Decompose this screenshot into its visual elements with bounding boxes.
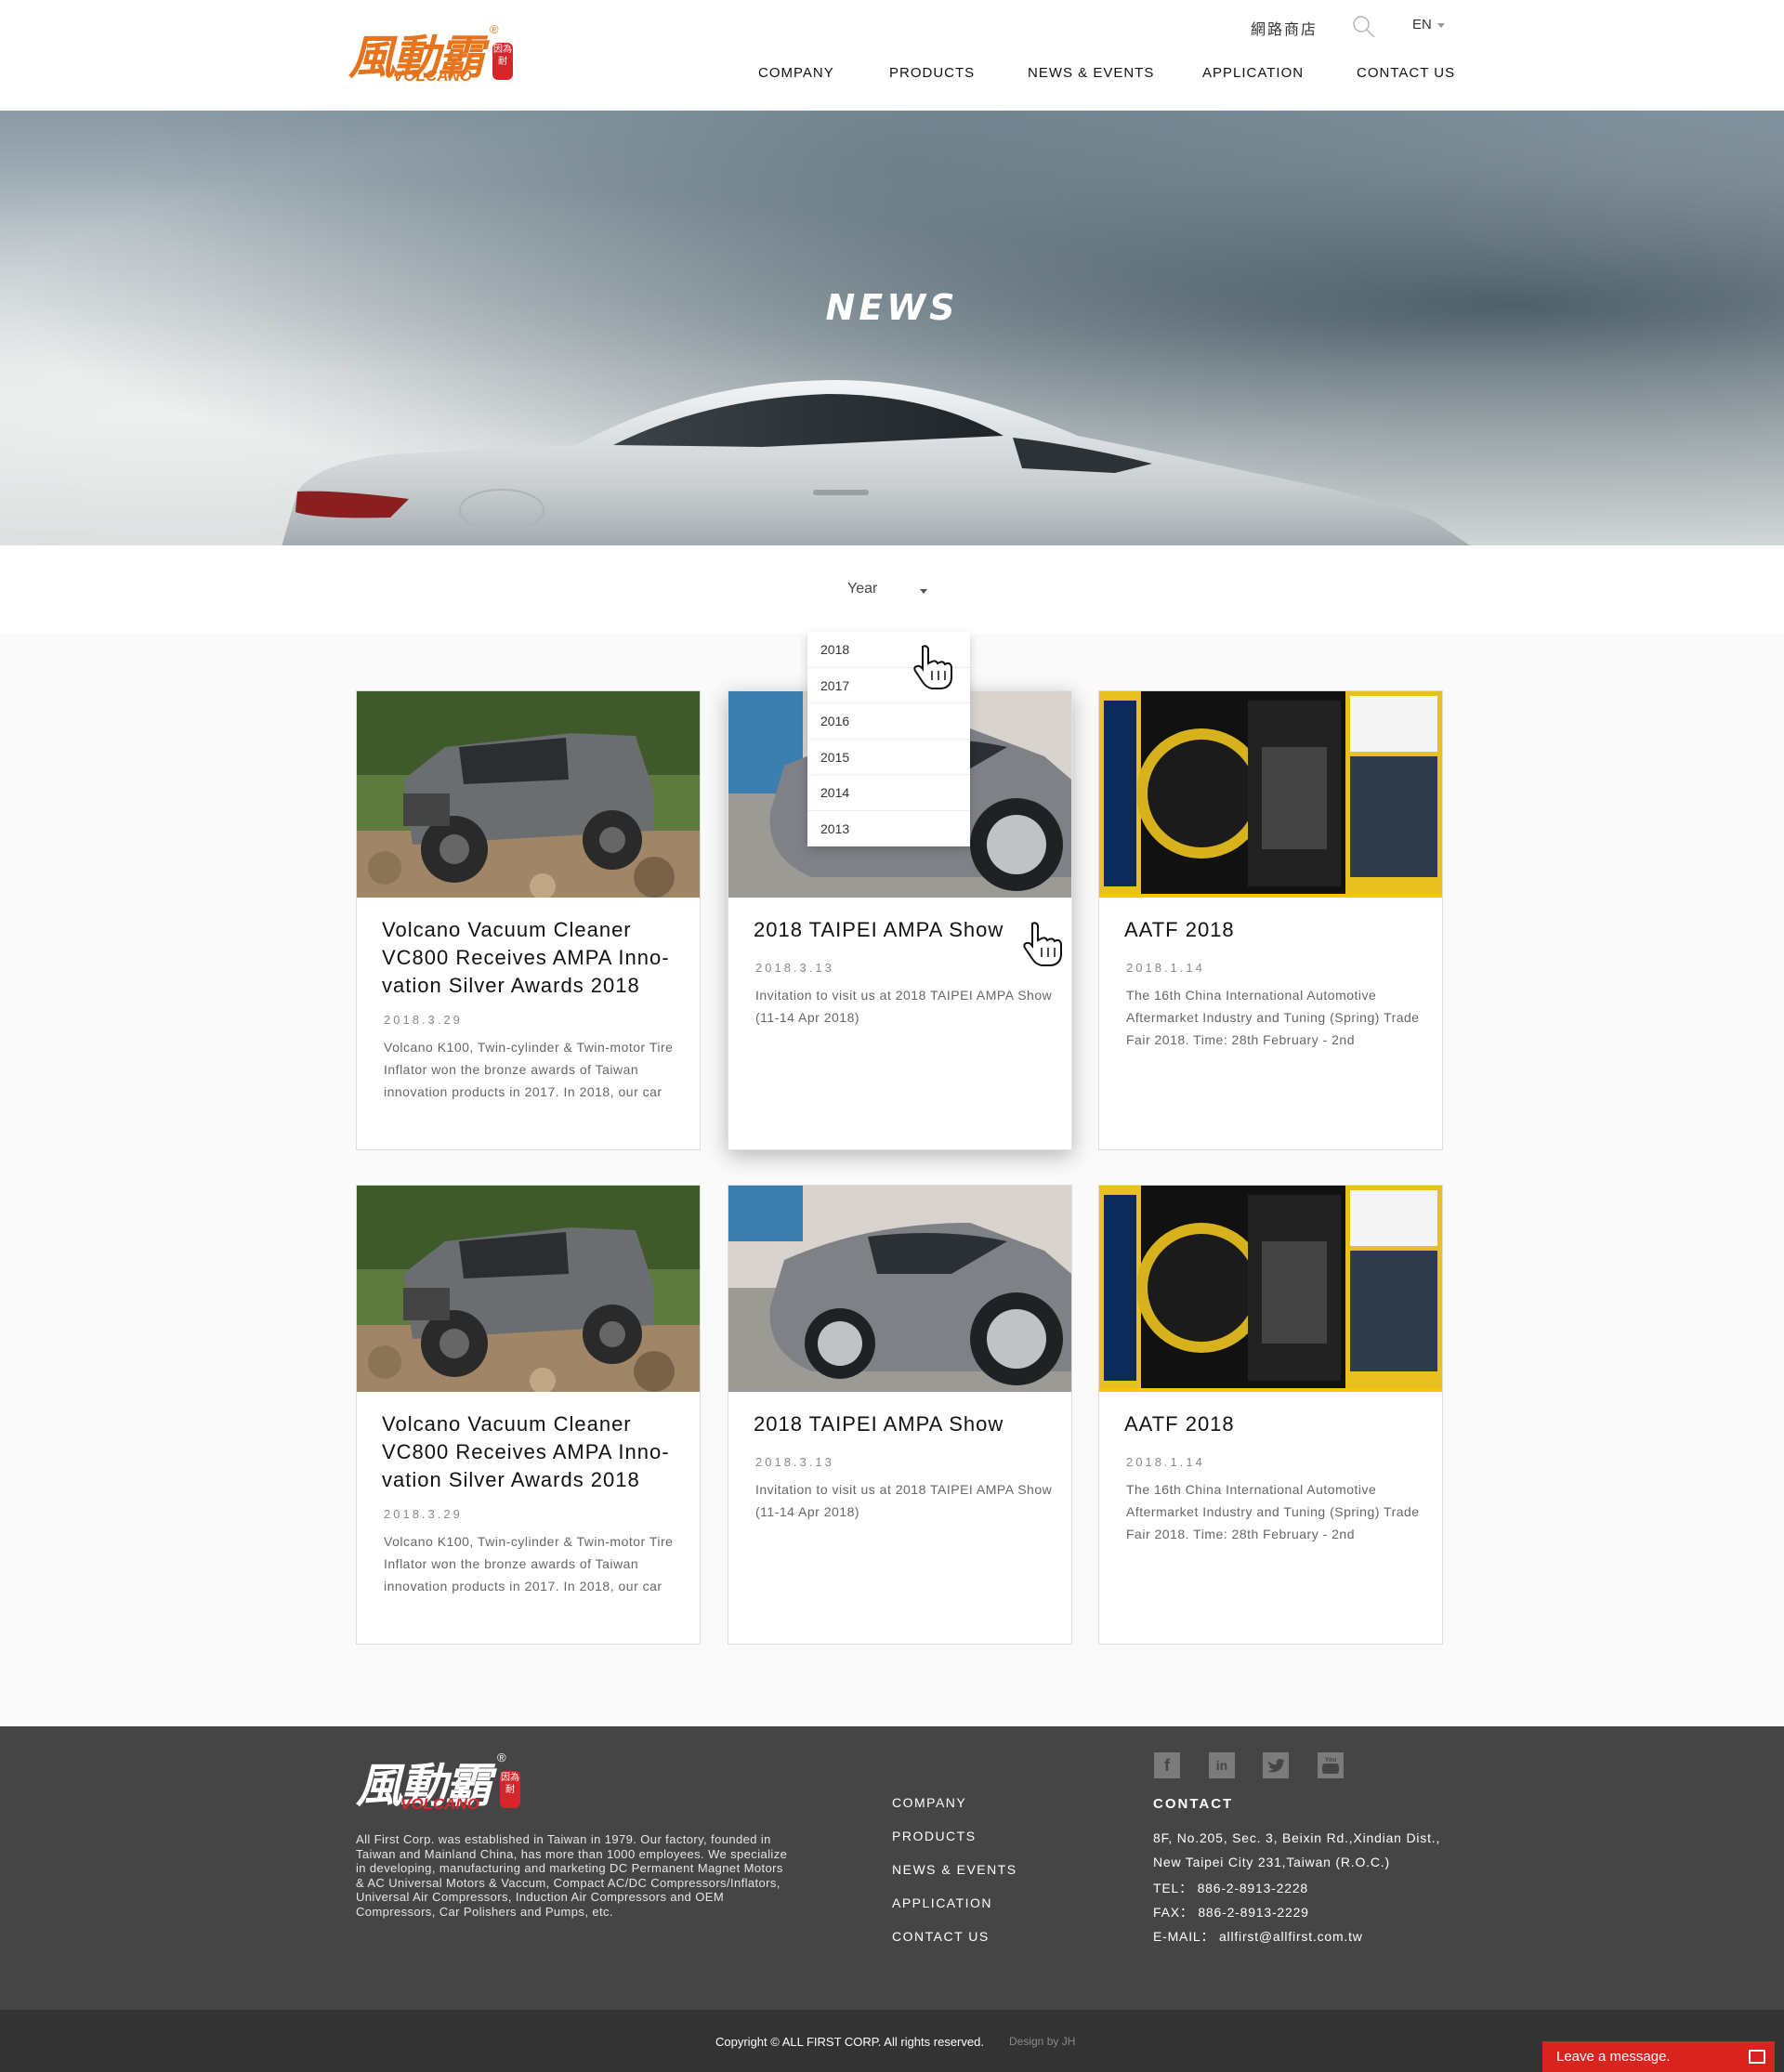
linkedin-icon[interactable]: in xyxy=(1209,1752,1235,1778)
booth-display-photo xyxy=(1099,691,1442,898)
nav-company[interactable]: COMPANY xyxy=(758,65,834,81)
logo-registered-mark: ® xyxy=(497,1751,506,1764)
online-shop-link[interactable]: 網路商店 xyxy=(1251,17,1318,39)
facebook-icon[interactable]: f xyxy=(1154,1752,1180,1778)
design-credit: Design by JH xyxy=(1009,2035,1076,2048)
hero-banner: NEWS xyxy=(0,111,1784,545)
news-card-excerpt: Volcano K100, Twin-cylinder & Twin-motor… xyxy=(384,1534,674,1593)
jeep-photo xyxy=(357,691,700,898)
footer-nav-company[interactable]: COMPANY xyxy=(892,1795,966,1810)
news-card-date: 2018.3.13 xyxy=(755,961,834,975)
contact-tel: TEL： 886-2-8913-2228 xyxy=(1153,1881,1308,1895)
nav-application[interactable]: APPLICATION xyxy=(1202,65,1304,81)
news-card-date: 2018.3.13 xyxy=(755,1455,834,1469)
year-option-2013[interactable]: 2013 xyxy=(807,811,970,847)
news-card-image[interactable] xyxy=(1099,691,1442,898)
contact-email[interactable]: E-MAIL： allfirst@allfirst.com.tw xyxy=(1153,1927,1363,1946)
nav-news-events[interactable]: NEWS & EVENTS xyxy=(1028,65,1154,81)
youtube-icon[interactable]: You xyxy=(1318,1752,1344,1778)
pointer-hand-icon xyxy=(1023,922,1062,966)
car-illustration xyxy=(282,380,1470,545)
news-card-date: 2018.1.14 xyxy=(1126,961,1205,975)
copyright-text: Copyright © ALL FIRST CORP. All rights r… xyxy=(715,2035,984,2049)
company-description: All First Corp. was established in Taiwa… xyxy=(356,1832,788,1919)
news-card-title[interactable]: AATF 2018 xyxy=(1124,916,1431,944)
news-card-excerpt: Volcano K100, Twin-cylinder & Twin-motor… xyxy=(384,1040,674,1099)
contact-address-line-1: 8F, No.205, Sec. 3, Beixin Rd.,Xindian D… xyxy=(1153,1830,1441,1845)
silver-car-photo xyxy=(728,1186,1071,1392)
year-option-2016[interactable]: 2016 xyxy=(807,703,970,740)
leave-message-label: Leave a message. xyxy=(1556,2049,1671,2065)
news-card-date: 2018.1.14 xyxy=(1126,1455,1205,1469)
news-card[interactable]: AATF 2018 2018.1.14 The 16th China Inter… xyxy=(1098,690,1443,1150)
news-card-excerpt: The 16th China International Automotive … xyxy=(1126,1482,1420,1541)
booth-display-photo xyxy=(1099,1186,1442,1392)
jeep-photo xyxy=(357,1186,700,1392)
news-card-title[interactable]: AATF 2018 xyxy=(1124,1410,1431,1438)
contact-address-line-2: New Taipei City 231,Taiwan (R.O.C.) xyxy=(1153,1855,1390,1869)
news-card-title[interactable]: Volcano Vacuum Cleaner VC800 Receives AM… xyxy=(382,1410,689,1494)
news-card-title[interactable]: 2018 TAIPEI AMPA Show xyxy=(754,916,1060,944)
year-option-2015[interactable]: 2015 xyxy=(807,740,970,775)
news-card-excerpt: Invitation to visit us at 2018 TAIPEI AM… xyxy=(755,988,1053,1025)
logo-english-text: VOLCANO xyxy=(400,1795,479,1813)
news-card[interactable]: 2018 TAIPEI AMPA Show 2018.3.13 Invitati… xyxy=(728,1185,1072,1645)
caret-down-icon xyxy=(920,589,927,594)
news-card[interactable]: Volcano Vacuum Cleaner VC800 Receives AM… xyxy=(356,1185,701,1645)
footer-nav-application[interactable]: APPLICATION xyxy=(892,1895,992,1910)
contact-heading: CONTACT xyxy=(1153,1796,1234,1812)
footer-logo[interactable]: 風動霸 ® VOLCANO 因為耐 xyxy=(356,1749,528,1814)
leave-message-button[interactable]: Leave a message. xyxy=(1542,2041,1775,2072)
news-card-date: 2018.3.29 xyxy=(384,1507,463,1521)
logo-english-text: VOLCANO xyxy=(393,67,472,85)
contact-fax: FAX： 886-2-8913-2229 xyxy=(1153,1905,1309,1920)
logo-registered-mark: ® xyxy=(490,22,499,36)
chevron-down-icon xyxy=(1436,22,1445,28)
year-dropdown[interactable]: Year xyxy=(847,581,931,601)
year-option-2014[interactable]: 2014 xyxy=(807,775,970,811)
language-label: EN xyxy=(1412,17,1432,33)
volcano-logo[interactable]: 風動霸 ® VOLCANO 因為耐 xyxy=(348,20,520,87)
news-card-title[interactable]: Volcano Vacuum Cleaner VC800 Receives AM… xyxy=(382,916,689,1000)
footer-nav-news-events[interactable]: NEWS & EVENTS xyxy=(892,1862,1017,1877)
pointer-hand-icon xyxy=(913,645,952,689)
news-card-image[interactable] xyxy=(357,1186,700,1392)
news-card[interactable]: AATF 2018 2018.1.14 The 16th China Inter… xyxy=(1098,1185,1443,1645)
news-card-excerpt: Invitation to visit us at 2018 TAIPEI AM… xyxy=(755,1482,1053,1519)
news-card-excerpt: The 16th China International Automotive … xyxy=(1126,988,1420,1047)
nav-products[interactable]: PRODUCTS xyxy=(889,65,975,81)
news-card[interactable]: Volcano Vacuum Cleaner VC800 Receives AM… xyxy=(356,690,701,1150)
chat-window-icon xyxy=(1749,2050,1765,2064)
year-dropdown-label: Year xyxy=(847,581,878,597)
search-icon[interactable] xyxy=(1352,15,1376,39)
language-selector[interactable]: EN xyxy=(1412,17,1445,33)
news-card-image[interactable] xyxy=(1099,1186,1442,1392)
news-card-date: 2018.3.29 xyxy=(384,1013,463,1027)
svg-text:You: You xyxy=(1325,1757,1337,1764)
news-card-image[interactable] xyxy=(357,691,700,898)
twitter-icon[interactable] xyxy=(1263,1752,1289,1778)
page-title: NEWS xyxy=(825,287,959,328)
site-header: 風動霸 ® VOLCANO 因為耐 網路商店 EN COMPANY PRODUC… xyxy=(0,0,1784,111)
footer-nav-contact-us[interactable]: CONTACT US xyxy=(892,1929,990,1944)
logo-seal: 因為耐 xyxy=(500,1771,520,1808)
news-card-title[interactable]: 2018 TAIPEI AMPA Show xyxy=(754,1410,1060,1438)
news-card-image[interactable] xyxy=(728,1186,1071,1392)
footer-nav-products[interactable]: PRODUCTS xyxy=(892,1829,977,1843)
nav-contact-us[interactable]: CONTACT US xyxy=(1357,65,1455,81)
logo-seal: 因為耐 xyxy=(492,43,513,80)
